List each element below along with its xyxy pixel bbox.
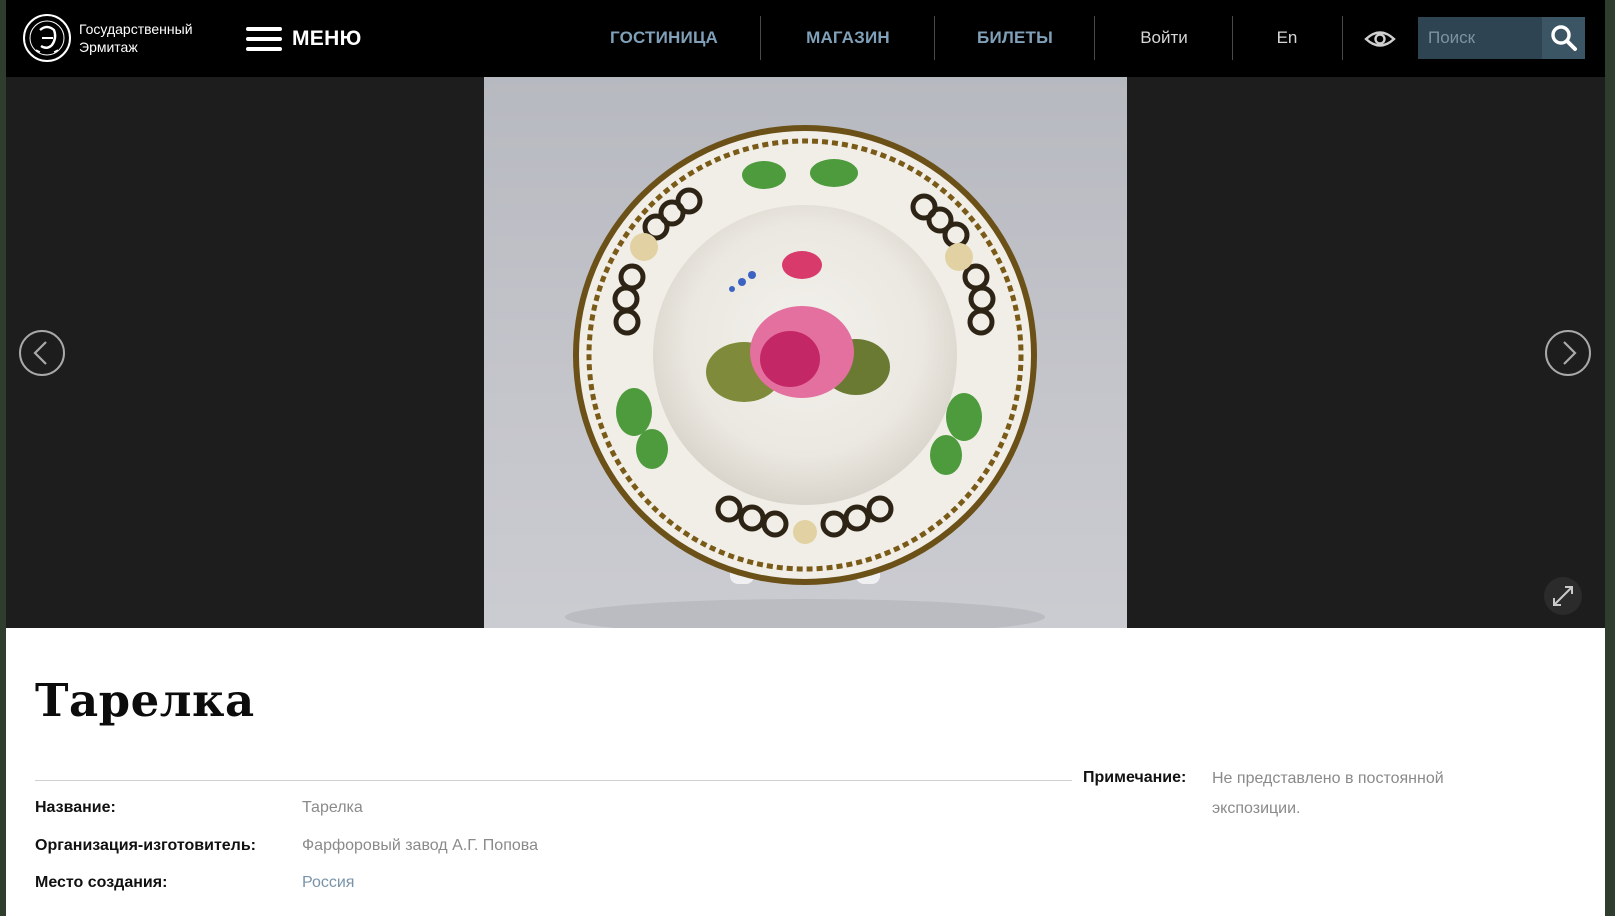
image-gallery: [6, 77, 1605, 628]
nav-divider: [1342, 16, 1343, 60]
fullscreen-button[interactable]: [1543, 576, 1583, 616]
nav-login-link[interactable]: Войти: [1106, 16, 1222, 60]
previous-image-button[interactable]: [18, 329, 66, 377]
field-value-name: Тарелка: [302, 799, 363, 816]
nav-divider: [934, 16, 935, 60]
nav-divider: [760, 16, 761, 60]
eye-icon[interactable]: [1364, 26, 1396, 52]
field-value-note: Не представлено в постоянной экспозиции.: [1212, 770, 1444, 817]
logo-text-line1: Государственный: [79, 21, 193, 37]
search-button[interactable]: [1542, 17, 1585, 59]
hermitage-logo[interactable]: [22, 6, 72, 70]
plate-illustration: [565, 125, 1045, 628]
field-label-manufacturer: Организация-изготовитель:: [35, 837, 257, 854]
language-switch[interactable]: En: [1242, 16, 1332, 60]
next-image-button[interactable]: [1544, 329, 1592, 377]
logo-text-line2: Эрмитаж: [79, 39, 138, 55]
top-navigation-bar: Государственный Эрмитаж МЕНЮ ГОСТИНИЦА М…: [6, 0, 1605, 77]
section-divider: [35, 780, 1072, 781]
menu-button[interactable]: МЕНЮ: [246, 24, 362, 54]
field-label-place: Место создания:: [35, 874, 168, 891]
search-icon: [1550, 25, 1577, 51]
logo-text[interactable]: Государственный Эрмитаж: [79, 20, 193, 56]
artwork-image[interactable]: [484, 77, 1127, 628]
field-value-place-link[interactable]: Россия: [302, 874, 354, 892]
artwork-title: Тарелка: [35, 674, 255, 727]
nav-divider: [1094, 16, 1095, 60]
menu-label: МЕНЮ: [292, 27, 362, 50]
field-label-name: Название:: [35, 799, 116, 816]
chevron-left-icon: [33, 341, 47, 365]
chevron-right-icon: [1563, 341, 1577, 365]
field-label-note: Примечание:: [1083, 769, 1187, 786]
hamburger-icon: [246, 27, 282, 51]
nav-divider: [1232, 16, 1233, 60]
field-value-manufacturer: Фарфоровый завод А.Г. Попова: [302, 837, 538, 854]
nav-hotel-link[interactable]: ГОСТИНИЦА: [584, 16, 744, 60]
page: Государственный Эрмитаж МЕНЮ ГОСТИНИЦА М…: [6, 0, 1605, 916]
search-input[interactable]: [1418, 17, 1542, 59]
nav-tickets-link[interactable]: БИЛЕТЫ: [944, 16, 1086, 60]
nav-shop-link[interactable]: МАГАЗИН: [771, 16, 925, 60]
